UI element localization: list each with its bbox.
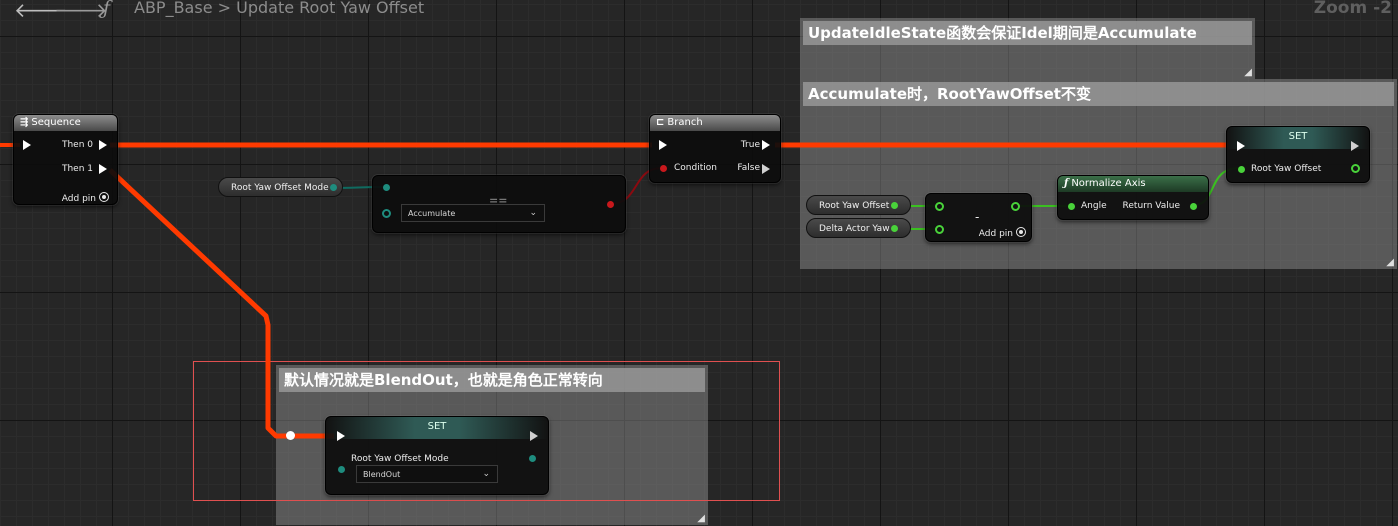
- enum-in-pin[interactable]: [338, 466, 345, 473]
- arrow-right-icon[interactable]: 🡒: [54, 0, 108, 22]
- float-out-pin[interactable]: [891, 225, 898, 232]
- variable-label: Delta Actor Yaw: [819, 224, 890, 234]
- pin-label-root-yaw-offset: Root Yaw Offset: [1251, 164, 1322, 174]
- pin-label-angle: Angle: [1081, 201, 1107, 211]
- float-in-pin[interactable]: [1238, 166, 1245, 173]
- sequence-node[interactable]: ⇶ Sequence Then 0 Then 1 Add pin: [13, 114, 118, 205]
- bool-out-pin[interactable]: [607, 201, 614, 208]
- normalize-axis-node[interactable]: ƒ Normalize Axis Angle Return Value: [1057, 175, 1209, 220]
- dropdown-value: BlendOut: [363, 470, 401, 479]
- enum-select-dropdown[interactable]: Accumulate ⌄: [401, 204, 545, 222]
- branch-node[interactable]: ⊏ Branch Condition True False: [649, 114, 781, 183]
- float-out-pin[interactable]: [1351, 164, 1360, 173]
- condition-pin[interactable]: [660, 165, 667, 172]
- float-out-pin[interactable]: [1190, 203, 1197, 210]
- breadcrumb-function: Update Root Yaw Offset: [236, 0, 425, 17]
- node-title: SET: [326, 417, 548, 439]
- exec-in-pin[interactable]: [337, 431, 345, 441]
- pin-label-then1: Then 1: [61, 164, 93, 174]
- node-title-bar: ⊏ Branch: [650, 115, 780, 131]
- node-title: Sequence: [31, 117, 81, 128]
- float-out-pin[interactable]: [1011, 202, 1020, 211]
- variable-label: Root Yaw Offset: [819, 201, 890, 211]
- zoom-label: Zoom -2: [1313, 0, 1392, 18]
- function-f-icon: ƒ: [1064, 178, 1069, 189]
- exec-in-pin[interactable]: [1237, 141, 1245, 151]
- exec-out-pin-then1[interactable]: [99, 164, 107, 174]
- node-title-bar: ⇶ Sequence: [14, 115, 117, 131]
- float-in-pin[interactable]: [1068, 203, 1075, 210]
- set-root-yaw-offset-mode-node[interactable]: SET Root Yaw Offset Mode BlendOut ⌄: [325, 416, 549, 495]
- float-out-pin[interactable]: [891, 202, 898, 209]
- pin-label-condition: Condition: [674, 163, 717, 173]
- add-pin-icon[interactable]: [1016, 227, 1026, 237]
- variable-get-root-yaw-offset[interactable]: Root Yaw Offset: [806, 195, 911, 215]
- breadcrumb-separator: >: [217, 0, 232, 17]
- node-title: SET: [1227, 127, 1369, 149]
- function-f-icon: ƒ: [103, 0, 111, 19]
- chevron-down-icon: ⌄: [482, 469, 490, 479]
- set-root-yaw-offset-node[interactable]: SET Root Yaw Offset: [1226, 126, 1370, 183]
- exec-out-pin[interactable]: [530, 431, 538, 441]
- sequence-icon: ⇶: [20, 117, 29, 128]
- exec-out-pin-then0[interactable]: [99, 140, 107, 150]
- pin-label-return-value: Return Value: [1122, 201, 1180, 211]
- float-in-pin-b[interactable]: [935, 225, 944, 234]
- top-breadcrumb-bar: 🡐 🡒 ƒ ABP_Base > Update Root Yaw Offset …: [0, 0, 1398, 22]
- dropdown-value: Accumulate: [408, 209, 456, 218]
- node-title: Normalize Axis: [1071, 178, 1146, 189]
- exec-out-pin-false[interactable]: [762, 164, 770, 174]
- breadcrumb-graph[interactable]: ABP_Base: [134, 0, 213, 17]
- pin-label-false: False: [737, 163, 760, 173]
- reroute-knot[interactable]: [286, 431, 295, 440]
- chevron-down-icon: ⌄: [529, 208, 537, 218]
- float-in-pin-a[interactable]: [935, 202, 944, 211]
- variable-get-delta-actor-yaw[interactable]: Delta Actor Yaw: [806, 218, 911, 238]
- exec-wire-then1-to-set: [108, 168, 334, 439]
- node-title: Branch: [667, 117, 703, 128]
- breadcrumb: ABP_Base > Update Root Yaw Offset: [134, 0, 424, 17]
- enum-out-pin[interactable]: [529, 455, 536, 462]
- enum-out-pin[interactable]: [330, 184, 337, 191]
- branch-icon: ⊏: [656, 117, 665, 128]
- enum-in-pin-b[interactable]: [382, 209, 391, 218]
- pin-label-true: True: [740, 140, 760, 150]
- subtract-operator-label: -: [975, 210, 980, 224]
- exec-out-pin-true[interactable]: [762, 140, 770, 150]
- variable-label: Root Yaw Offset Mode: [231, 183, 329, 193]
- add-pin-button[interactable]: Add pin: [979, 226, 1026, 239]
- variable-get-root-yaw-offset-mode[interactable]: Root Yaw Offset Mode: [218, 177, 343, 197]
- exec-in-pin[interactable]: [23, 140, 31, 150]
- subtract-node[interactable]: - Add pin: [925, 193, 1032, 242]
- pin-label-root-yaw-offset-mode: Root Yaw Offset Mode: [351, 454, 449, 464]
- equal-enum-node[interactable]: == Accumulate ⌄: [372, 175, 626, 233]
- node-title-bar: ƒ Normalize Axis: [1058, 176, 1208, 192]
- add-pin-icon[interactable]: [99, 192, 109, 202]
- exec-in-pin[interactable]: [659, 140, 667, 150]
- pin-label-then0: Then 0: [61, 140, 93, 150]
- exec-out-pin[interactable]: [1351, 141, 1359, 151]
- blueprint-graph-canvas[interactable]: UpdateIdleState函数会保证Idel期间是Accumulate ◢ …: [0, 0, 1398, 526]
- add-pin-button[interactable]: Add pin: [62, 191, 109, 204]
- wires-layer: [0, 142, 1241, 439]
- enum-select-dropdown[interactable]: BlendOut ⌄: [356, 465, 498, 483]
- enum-in-pin-a[interactable]: [383, 184, 390, 191]
